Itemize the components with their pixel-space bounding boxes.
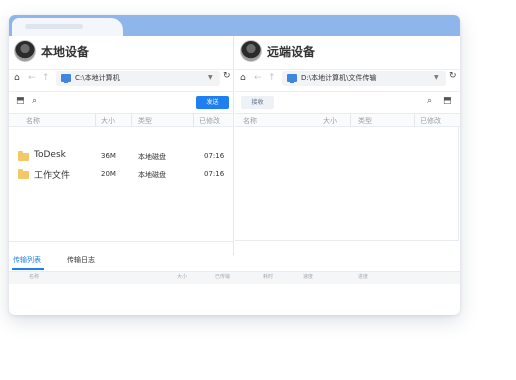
folder-icon: [18, 169, 29, 179]
col-size[interactable]: 大小: [101, 116, 115, 126]
file-modified: 07:16: [204, 152, 225, 160]
col-name[interactable]: 名称: [29, 273, 39, 280]
remote-pane-header: 远端设备: [235, 36, 460, 66]
home-icon[interactable]: ⌂: [240, 72, 246, 84]
send-button[interactable]: 发送: [196, 96, 229, 109]
back-arrow-icon[interactable]: ←: [28, 72, 36, 84]
file-size: 36M: [101, 152, 116, 160]
column-divider[interactable]: [95, 114, 96, 127]
refresh-icon[interactable]: ↻: [449, 71, 457, 81]
column-divider[interactable]: [131, 114, 132, 127]
file-name: ToDesk: [34, 150, 66, 160]
local-path-field[interactable]: C:\本地计算机 ▼: [56, 71, 220, 86]
table-row[interactable]: ToDesk 36M 本地磁盘 07:16: [9, 148, 233, 166]
file-transfer-window: 本地设备 ⌂ ← ↑ C:\本地计算机 ▼ ↻ ⬒ ⌕ 发送 名称 大小 类型 …: [9, 15, 460, 315]
file-name: 工作文件: [34, 171, 71, 181]
chevron-down-icon[interactable]: ▼: [434, 74, 439, 81]
search-icon[interactable]: ⌕: [32, 96, 37, 106]
col-progress[interactable]: 进度: [358, 273, 368, 280]
remote-device-pane: 远端设备 ⌂ ← ↑ D:\本地计算机\文件传输 ▼ ↻ 接收 ⌕ ⬒ 名称 大…: [235, 36, 460, 255]
remote-file-list: [235, 127, 459, 241]
window-tab[interactable]: [12, 18, 123, 38]
back-arrow-icon[interactable]: ←: [254, 72, 262, 84]
receive-button[interactable]: 接收: [241, 96, 274, 109]
up-arrow-icon[interactable]: ↑: [42, 72, 50, 84]
col-modified[interactable]: 已修改: [420, 116, 441, 126]
column-divider[interactable]: [350, 114, 351, 127]
column-divider[interactable]: [193, 114, 194, 127]
col-type[interactable]: 类型: [358, 116, 372, 126]
col-transferred[interactable]: 已传输: [215, 273, 230, 280]
local-pane-header: 本地设备: [9, 36, 233, 66]
col-elapsed[interactable]: 耗时: [263, 273, 273, 280]
local-path-text: C:\本地计算机: [75, 74, 120, 82]
computer-icon: [287, 74, 297, 83]
home-icon[interactable]: ⌂: [14, 72, 20, 84]
remote-path-text: D:\本地计算机\文件传输: [301, 74, 377, 82]
local-device-title: 本地设备: [41, 45, 90, 59]
file-size: 20M: [101, 170, 116, 178]
file-type: 本地磁盘: [138, 153, 166, 161]
tab-title-placeholder: [25, 24, 83, 29]
tab-transfer-log[interactable]: 传输日志: [67, 255, 95, 265]
computer-icon: [61, 74, 71, 83]
file-type: 本地磁盘: [138, 171, 166, 179]
local-table-header: 名称 大小 类型 已修改: [9, 113, 233, 127]
col-modified[interactable]: 已修改: [199, 116, 220, 126]
col-type[interactable]: 类型: [138, 116, 152, 126]
active-tab-indicator: [12, 268, 44, 270]
col-size[interactable]: 大小: [177, 273, 187, 280]
col-size[interactable]: 大小: [323, 116, 337, 126]
up-arrow-icon[interactable]: ↑: [268, 72, 276, 84]
folder-icon: [18, 151, 29, 161]
remote-device-title: 远端设备: [267, 45, 316, 59]
col-name[interactable]: 名称: [243, 116, 257, 126]
chevron-down-icon[interactable]: ▼: [208, 74, 213, 81]
col-name[interactable]: 名称: [26, 116, 40, 126]
avatar: [240, 40, 262, 62]
refresh-icon[interactable]: ↻: [223, 71, 231, 81]
local-device-pane: 本地设备 ⌂ ← ↑ C:\本地计算机 ▼ ↻ ⬒ ⌕ 发送 名称 大小 类型 …: [9, 36, 234, 255]
avatar: [14, 40, 36, 62]
remote-table-header: 名称 大小 类型 已修改: [235, 113, 460, 127]
col-speed[interactable]: 速度: [303, 273, 313, 280]
file-modified: 07:16: [204, 170, 225, 178]
tab-transfer-list[interactable]: 传输列表: [13, 255, 41, 265]
upload-folder-icon[interactable]: ⬒: [443, 96, 452, 106]
transfer-table-header: [9, 271, 460, 284]
column-divider[interactable]: [414, 114, 415, 127]
remote-path-field[interactable]: D:\本地计算机\文件传输 ▼: [282, 71, 446, 86]
upload-folder-icon[interactable]: ⬒: [16, 96, 25, 106]
search-icon[interactable]: ⌕: [427, 96, 432, 106]
table-row[interactable]: 工作文件 20M 本地磁盘 07:16: [9, 166, 233, 184]
list-divider: [9, 241, 233, 242]
